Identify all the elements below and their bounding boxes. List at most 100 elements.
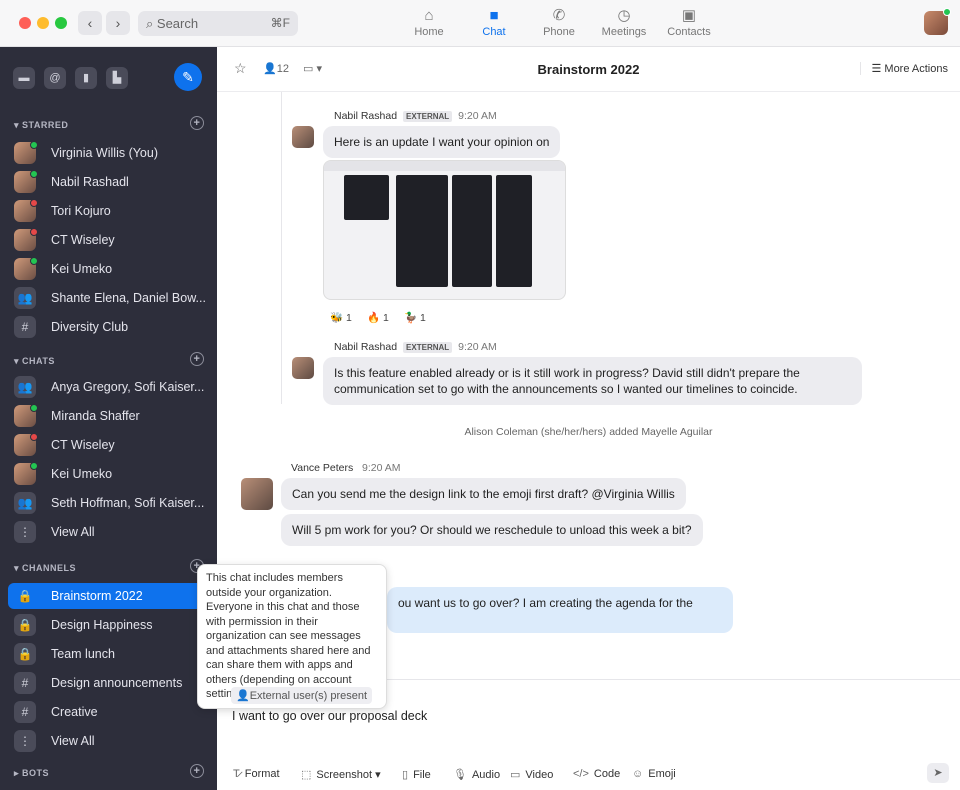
group-icon: 👥 xyxy=(14,492,36,514)
lock-icon: 🔒 xyxy=(14,643,36,665)
image-attachment[interactable] xyxy=(323,160,566,300)
add-icon[interactable]: + xyxy=(190,352,204,366)
format-button[interactable]: T̷ Format xyxy=(233,768,280,780)
sidebar: ▬ @ ▮ ▙ ✎ ▾ STARRED + Virginia Willis (Yo… xyxy=(0,47,217,790)
section-channels[interactable]: ▾ CHANNELS + xyxy=(14,559,204,574)
sidebar-item[interactable]: Virginia Willis (You) xyxy=(8,140,209,166)
emoji-button[interactable]: ☺ Emoji xyxy=(632,768,676,780)
tab-chat[interactable]: ■ Chat xyxy=(464,6,524,38)
sidebar-item[interactable]: CT Wiseley xyxy=(8,227,209,253)
sidebar-item[interactable]: 👥 Seth Hoffman, Sofi Kaiser... xyxy=(8,490,209,516)
tab-home[interactable]: ⌂ Home xyxy=(399,6,459,38)
bookmark-icon[interactable]: ▮ xyxy=(75,67,97,89)
new-chat-button[interactable]: ✎ xyxy=(174,63,202,91)
sidebar-item[interactable]: Miranda Shaffer xyxy=(8,403,209,429)
sidebar-item[interactable]: # Diversity Club xyxy=(8,314,209,340)
tab-meetings[interactable]: ◷ Meetings xyxy=(594,6,654,38)
status-dot xyxy=(30,404,38,412)
reaction[interactable]: 🦆 1 xyxy=(404,311,426,324)
status-dot xyxy=(30,199,38,207)
sidebar-item[interactable]: 👥 Anya Gregory, Sofi Kaiser... xyxy=(8,374,209,400)
more-icon: ⋮ xyxy=(14,730,36,752)
add-icon[interactable]: + xyxy=(190,764,204,778)
files-icon[interactable]: ▙ xyxy=(106,67,128,89)
add-icon[interactable]: + xyxy=(190,116,204,130)
sidebar-item[interactable]: Nabil Rashadl xyxy=(8,169,209,195)
sidebar-item[interactable]: # Design announcements xyxy=(8,670,209,696)
status-dot xyxy=(30,228,38,236)
thread-line xyxy=(281,92,282,404)
close-window-button[interactable] xyxy=(19,17,31,29)
file-button[interactable]: ▯ File xyxy=(402,768,431,781)
group-icon: 👥 xyxy=(14,287,36,309)
search-icon: ⌕ xyxy=(146,16,157,31)
section-bots[interactable]: ▸ BOTS + xyxy=(14,764,204,779)
avatar xyxy=(292,126,314,148)
status-dot xyxy=(30,170,38,178)
clock-icon: ◷ xyxy=(617,7,631,24)
sidebar-item[interactable]: Kei Umeko xyxy=(8,461,209,487)
message-bubble: ou want us to go over? I am creating the… xyxy=(387,587,733,633)
status-dot xyxy=(30,433,38,441)
section-starred[interactable]: ▾ STARRED + xyxy=(14,116,204,131)
view-all-chats[interactable]: ⋮ View All xyxy=(8,519,209,545)
emoji-icon: ☺ xyxy=(632,768,644,780)
hash-icon: # xyxy=(14,672,36,694)
chat-header: ☆ 👤12 ▭ ▾ Brainstorm 2022 ☰ More Actions xyxy=(217,47,960,92)
screenshot-button[interactable]: ⬚ Screenshot ▾ xyxy=(301,768,381,781)
more-actions-button[interactable]: ☰ More Actions xyxy=(860,62,948,75)
forward-button[interactable]: › xyxy=(106,11,130,35)
lock-icon: 🔒 xyxy=(14,614,36,636)
reaction[interactable]: 🐝 1 xyxy=(330,311,352,324)
external-badge: EXTERNAL xyxy=(403,342,453,353)
tab-phone[interactable]: ✆ Phone xyxy=(529,6,589,38)
status-dot xyxy=(30,257,38,265)
page-title: Brainstorm 2022 xyxy=(537,62,640,77)
section-chats[interactable]: ▾ CHATS + xyxy=(14,352,204,367)
message-input[interactable]: I want to go over our proposal deck xyxy=(232,709,427,723)
avatar xyxy=(292,357,314,379)
group-icon: 👥 xyxy=(14,376,36,398)
search-input[interactable]: ⌕ Search ⌘F xyxy=(138,11,298,36)
sidebar-item[interactable]: 🔒 Team lunch xyxy=(8,641,209,667)
phone-icon: ✆ xyxy=(552,7,566,24)
status-dot xyxy=(30,462,38,470)
file-icon: ▯ xyxy=(402,769,409,781)
user-icon: 👤 xyxy=(236,690,250,702)
lock-icon: 🔒 xyxy=(17,589,33,603)
maximize-window-button[interactable] xyxy=(55,17,67,29)
sidebar-item[interactable]: 👥 Shante Elena, Daniel Bow... xyxy=(8,285,209,311)
sidebar-item[interactable]: Kei Umeko xyxy=(8,256,209,282)
hash-icon: # xyxy=(14,701,36,723)
sidebar-item[interactable]: # Creative xyxy=(8,699,209,725)
minimize-window-button[interactable] xyxy=(37,17,49,29)
format-icon: T̷ xyxy=(233,768,240,780)
sidebar-item[interactable]: 🔒 Design Happiness xyxy=(8,612,209,638)
tab-contacts[interactable]: ▣ Contacts xyxy=(659,6,719,38)
video-icon: ▭ xyxy=(510,769,521,781)
system-message: Alison Coleman (she/her/hers) added Maye… xyxy=(464,426,713,438)
message-bubble: Will 5 pm work for you? Or should we res… xyxy=(281,514,703,546)
composer-divider xyxy=(387,679,960,680)
message-header: Nabil Rashad EXTERNAL 9:20 AM xyxy=(334,341,497,353)
message-header: Vance Peters 9:20 AM xyxy=(291,462,401,474)
back-button[interactable]: ‹ xyxy=(78,11,102,35)
sidebar-item[interactable]: CT Wiseley xyxy=(8,432,209,458)
external-users-badge[interactable]: 👤External user(s) present xyxy=(231,687,373,704)
hash-icon: # xyxy=(14,316,36,338)
avatar xyxy=(241,478,273,510)
send-button[interactable]: ➤ xyxy=(927,763,949,783)
code-button[interactable]: </> Code xyxy=(573,768,620,780)
screenshot-icon: ⬚ xyxy=(301,769,312,781)
sidebar-item[interactable]: Tori Kojuro xyxy=(8,198,209,224)
reaction[interactable]: 🔥 1 xyxy=(367,311,389,324)
sidebar-item-brainstorm-2022[interactable]: 🔒 Brainstorm 2022 xyxy=(8,583,217,609)
audio-button[interactable]: 🎙 Audio xyxy=(453,768,500,781)
more-icon: ⋮ xyxy=(14,521,36,543)
online-status xyxy=(943,8,951,16)
video-button[interactable]: ▭ Video xyxy=(510,768,553,781)
message-bubble: Can you send me the design link to the e… xyxy=(281,478,686,510)
mentions-icon[interactable]: @ xyxy=(44,67,66,89)
view-all-channels[interactable]: ⋮ View All xyxy=(8,728,209,754)
chat-bubble-icon[interactable]: ▬ xyxy=(13,67,35,89)
